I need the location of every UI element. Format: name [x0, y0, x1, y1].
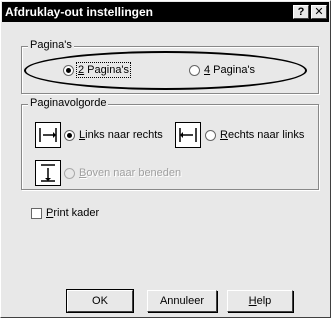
radio-4-pages[interactable]: 4 Pagina's [189, 64, 255, 76]
print-frame-label: Print kader [46, 207, 100, 219]
title-bar: Afdruklay-out instellingen ? ✕ [2, 2, 329, 22]
radio-right-to-left[interactable]: Rechts naar links [205, 129, 304, 141]
cancel-button[interactable]: Annuleer [147, 290, 217, 312]
window-title: Afdruklay-out instellingen [5, 5, 154, 19]
help-button[interactable]: Help [227, 290, 293, 312]
radio-button[interactable] [205, 129, 216, 141]
radio-button[interactable] [64, 167, 75, 179]
radio-button[interactable] [64, 129, 75, 141]
print-layout-dialog: Afdruklay-out instellingen ? ✕ Pagina's … [0, 0, 331, 318]
cancel-button-label: Annuleer [159, 295, 205, 307]
help-button-label: Help [248, 295, 272, 307]
left-to-right-arrow-icon [35, 122, 61, 148]
radio-right-to-left-label: Rechts naar links [220, 129, 305, 141]
print-frame-checkbox[interactable] [31, 208, 42, 219]
pages-group-legend: Pagina's [28, 39, 74, 51]
radio-button[interactable] [189, 64, 200, 76]
radio-left-to-right[interactable]: Links naar rechts [64, 129, 163, 141]
radio-left-to-right-label: Links naar rechts [79, 129, 163, 141]
radio-top-to-bottom-label: Boven naar beneden [79, 167, 182, 179]
radio-4-pages-label: 4 Pagina's [204, 64, 256, 76]
radio-button[interactable] [63, 64, 74, 76]
right-to-left-arrow-icon [175, 122, 201, 148]
close-icon[interactable]: ✕ [311, 5, 327, 19]
question-mark-icon[interactable]: ? [293, 5, 309, 19]
ok-button-label: OK [92, 295, 108, 307]
radio-2-pages-label: 2 Pagina's [75, 62, 132, 78]
top-to-bottom-arrow-icon [35, 160, 61, 186]
ok-button[interactable]: OK [66, 289, 134, 313]
page-order-group-legend: Paginavolgorde [28, 97, 109, 109]
radio-2-pages[interactable]: 2 Pagina's [63, 62, 132, 78]
radio-top-to-bottom[interactable]: Boven naar beneden [64, 167, 181, 179]
